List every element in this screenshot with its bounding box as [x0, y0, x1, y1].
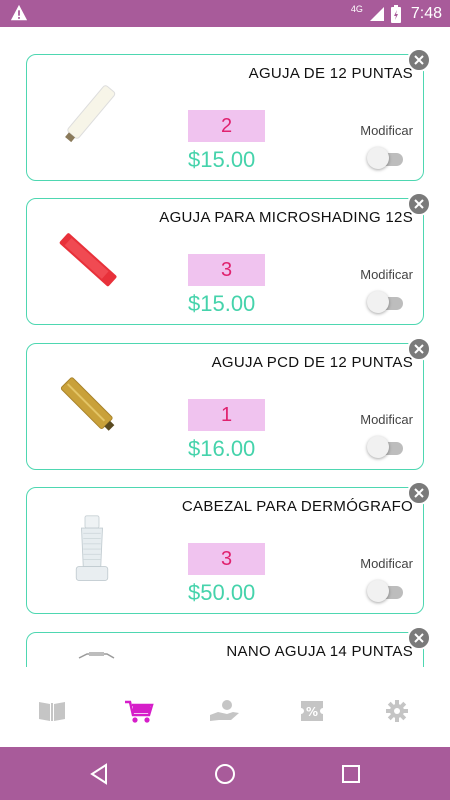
close-icon: [414, 199, 424, 209]
modify-label: Modificar: [360, 123, 413, 138]
cart-item-card: NANO AGUJA 14 PUNTAS: [26, 626, 431, 667]
book-icon: [39, 702, 65, 721]
recents-icon[interactable]: [338, 761, 364, 787]
product-price: $15.00: [188, 147, 256, 172]
product-title: AGUJA PCD DE 12 PUNTAS: [211, 354, 413, 371]
remove-item-button[interactable]: [407, 192, 431, 216]
product-title: AGUJA PARA MICROSHADING 12S: [159, 209, 413, 226]
product-image: [65, 85, 116, 143]
product-title: CABEZAL PARA DERMÓGRAFO: [181, 498, 413, 515]
back-icon[interactable]: [87, 761, 113, 787]
close-icon: [414, 55, 424, 65]
cart-item-card: CABEZAL PARA DERMÓGRAFO 3 $50.00 Modific…: [26, 481, 431, 614]
quantity-field[interactable]: 1: [188, 399, 265, 431]
remove-item-button[interactable]: [407, 48, 431, 72]
system-navigation-bar: [0, 747, 450, 800]
cart-list[interactable]: AGUJA DE 12 PUNTAS 2 $15.00 Modificar AG…: [0, 27, 450, 667]
bottom-navigation: %: [0, 677, 450, 747]
gear-icon: [386, 700, 408, 722]
network-type-label: 4G: [350, 3, 363, 14]
close-icon: [414, 488, 424, 498]
close-icon: [414, 344, 424, 354]
quantity-field[interactable]: 3: [188, 254, 265, 286]
product-image: [59, 233, 117, 287]
product-image: [60, 377, 115, 431]
remove-item-button[interactable]: [407, 626, 431, 650]
discount-tag-icon: %: [301, 701, 323, 721]
cart-item-card: AGUJA DE 12 PUNTAS 2 $15.00 Modificar: [26, 48, 431, 181]
modify-label: Modificar: [360, 412, 413, 427]
modify-toggle[interactable]: [367, 291, 405, 313]
clock: 7:48: [410, 4, 442, 22]
battery-icon: [390, 4, 401, 23]
modify-toggle[interactable]: [367, 147, 405, 169]
warning-icon: [10, 4, 28, 21]
svg-text:%: %: [306, 705, 318, 719]
signal-icon: [369, 6, 384, 21]
product-price: $16.00: [188, 436, 256, 461]
modify-toggle[interactable]: [367, 580, 405, 602]
status-bar: 4G 7:48: [0, 0, 450, 27]
product-price: $15.00: [188, 291, 256, 316]
nav-catalog[interactable]: [37, 699, 69, 725]
product-title: NANO AGUJA 14 PUNTAS: [226, 643, 413, 660]
nav-cart[interactable]: [124, 699, 156, 725]
cart-item-card: AGUJA PCD DE 12 PUNTAS 1 $16.00 Modifica…: [26, 337, 431, 470]
product-image: [75, 515, 109, 581]
nav-payments[interactable]: [209, 699, 241, 725]
remove-item-button[interactable]: [407, 337, 431, 361]
cart-icon: [125, 700, 154, 723]
product-title: AGUJA DE 12 PUNTAS: [248, 65, 413, 82]
cart-item-card: AGUJA PARA MICROSHADING 12S 3 $15.00 Mod…: [26, 192, 431, 325]
nav-settings[interactable]: [385, 699, 417, 725]
quantity-field[interactable]: 3: [188, 543, 265, 575]
modify-label: Modificar: [360, 267, 413, 282]
close-icon: [414, 633, 424, 643]
product-price: $50.00: [188, 580, 256, 605]
home-icon[interactable]: [212, 761, 238, 787]
modify-toggle[interactable]: [367, 436, 405, 458]
hand-money-icon: [210, 700, 239, 721]
quantity-field[interactable]: 2: [188, 110, 265, 142]
modify-label: Modificar: [360, 556, 413, 571]
nav-promotions[interactable]: %: [297, 699, 329, 725]
remove-item-button[interactable]: [407, 481, 431, 505]
